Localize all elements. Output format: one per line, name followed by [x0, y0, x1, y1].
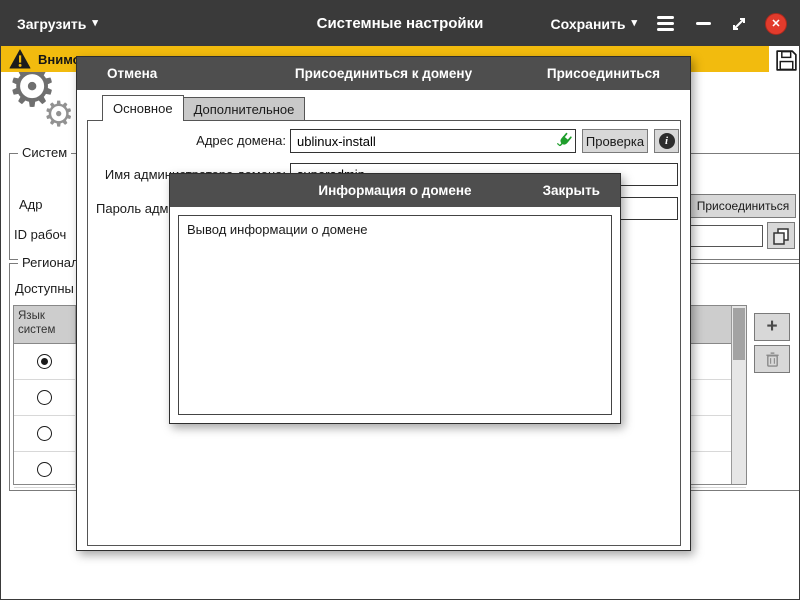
system-settings-gears-icon: ⚙ ⚙: [7, 65, 87, 151]
save-file-button[interactable]: [773, 47, 799, 73]
join-dialog-tabs: Основное Дополнительное: [102, 95, 305, 121]
copy-icon: [772, 227, 790, 245]
tab-additional[interactable]: Дополнительное: [183, 97, 306, 121]
save-menu-button[interactable]: Сохранить ▾: [551, 16, 638, 32]
language-radio-cell: [14, 416, 76, 451]
close-icon: ✕: [771, 17, 780, 30]
join-domain-button[interactable]: Присоединиться: [690, 194, 796, 218]
minimize-button[interactable]: [694, 16, 713, 31]
trash-icon: [765, 351, 780, 368]
menu-icon[interactable]: [655, 14, 676, 33]
copy-button[interactable]: [767, 222, 795, 249]
available-languages-label: Доступны: [15, 281, 74, 296]
system-groupbox-label: Систем: [18, 145, 71, 160]
language-radio-cell: [14, 344, 76, 379]
cancel-button[interactable]: Отмена: [107, 57, 157, 90]
scrollbar-thumb[interactable]: [733, 308, 745, 360]
warning-icon: [9, 49, 31, 69]
close-button[interactable]: ✕: [765, 13, 787, 35]
address-label: Адр: [19, 197, 43, 212]
load-menu-label: Загрузить: [17, 16, 86, 32]
gear-icon: ⚙: [43, 97, 74, 132]
chevron-down-icon: ▾: [631, 18, 637, 29]
app-window: Системные настройки Загрузить ▾ Сохранит…: [0, 0, 800, 600]
tab-basic[interactable]: Основное: [102, 95, 184, 121]
fullscreen-button[interactable]: [731, 16, 747, 32]
close-info-button[interactable]: Закрыть: [543, 174, 600, 207]
domain-info-button[interactable]: i: [654, 129, 679, 153]
warning-text: Внимо: [38, 52, 81, 67]
domain-address-field: [290, 129, 576, 153]
save-menu-label: Сохранить: [551, 16, 626, 32]
language-radio-cell: [14, 380, 76, 415]
language-radio-cell: [14, 452, 76, 487]
domain-address-input[interactable]: [290, 129, 576, 153]
add-language-button[interactable]: +: [754, 313, 790, 341]
domain-address-label: Адрес домена:: [88, 129, 286, 153]
domain-info-dialog: Информация о домене Закрыть Вывод информ…: [169, 173, 621, 424]
regional-groupbox-label: Регионал: [18, 255, 83, 270]
table-scrollbar[interactable]: [731, 306, 746, 484]
delete-language-button[interactable]: [754, 345, 790, 373]
join-dialog-header: Отмена Присоединиться к домену Присоедин…: [77, 57, 690, 90]
language-radio[interactable]: [37, 390, 52, 405]
titlebar: Системные настройки Загрузить ▾ Сохранит…: [1, 1, 799, 46]
check-button[interactable]: Проверка: [582, 129, 648, 153]
workplace-id-label: ID рабоч: [14, 227, 66, 242]
info-dialog-header: Информация о домене Закрыть: [170, 174, 620, 207]
language-radio[interactable]: [37, 462, 52, 477]
expand-icon: [731, 16, 747, 32]
load-menu-button[interactable]: Загрузить ▾: [17, 16, 98, 32]
domain-info-output[interactable]: Вывод информации о домене: [178, 215, 612, 415]
minimize-icon: [696, 22, 711, 25]
info-icon: i: [659, 133, 675, 149]
chevron-down-icon: ▾: [92, 18, 98, 29]
language-radio[interactable]: [37, 354, 52, 369]
floppy-disk-icon: [774, 48, 799, 73]
table-header-language: Язык систем: [14, 306, 76, 343]
join-confirm-button[interactable]: Присоединиться: [547, 57, 660, 90]
language-radio[interactable]: [37, 426, 52, 441]
